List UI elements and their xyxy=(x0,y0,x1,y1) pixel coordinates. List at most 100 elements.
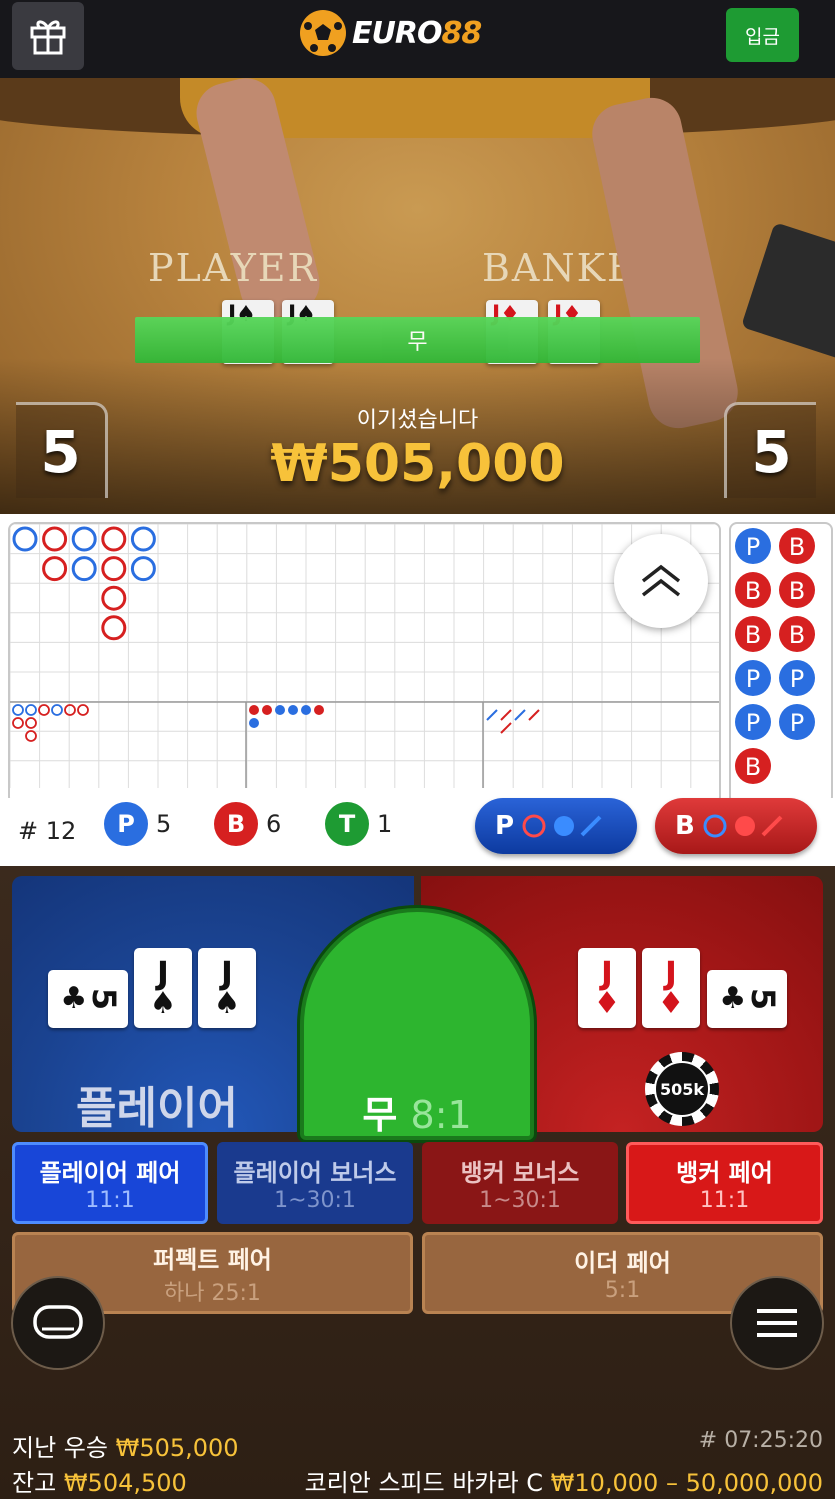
bead-plate[interactable]: PBBBBBPPPPB xyxy=(729,522,833,805)
derived-road-marker xyxy=(288,705,298,715)
cockroach-road-marker xyxy=(528,709,540,721)
collapse-roadmap-button[interactable] xyxy=(614,534,708,628)
banker-card: J ♦ xyxy=(642,948,700,1028)
top-bar: EURO88 입금 xyxy=(0,0,835,78)
bead-plate-marker: P xyxy=(779,704,815,740)
round-counter: # 12 xyxy=(18,811,76,851)
tie-count-stat: T 1 xyxy=(325,802,392,846)
predict-marks-icon xyxy=(703,814,783,838)
player-bonus-bet[interactable]: 플레이어 보너스 1~30:1 xyxy=(217,1142,413,1224)
banker-count-stat: B 6 xyxy=(214,802,282,846)
double-chevron-up-icon xyxy=(641,564,681,597)
cockroach-road-marker xyxy=(514,709,526,721)
big-road-marker xyxy=(101,526,127,552)
big-road-marker xyxy=(130,556,156,582)
bead-plate-marker: P xyxy=(735,528,771,564)
player-count-badge: P xyxy=(104,802,148,846)
perfect-pair-odds: 하나 25:1 xyxy=(164,1280,261,1306)
bead-plate-marker: B xyxy=(735,616,771,652)
big-road-marker xyxy=(71,556,97,582)
player-count: 5 xyxy=(156,810,172,838)
banker-count: 6 xyxy=(266,810,282,838)
derived-road-marker xyxy=(249,705,259,715)
roadmap-panel: PBBBBBPPPPB xyxy=(0,514,835,805)
last-win-line: 지난 우승 ₩505,000 xyxy=(12,1428,239,1463)
last-win-label: 지난 우승 xyxy=(12,1434,108,1462)
euro88-logo: EURO88 xyxy=(300,8,482,58)
big-road-marker xyxy=(101,615,127,641)
main-roadmap[interactable] xyxy=(8,522,721,805)
win-message: 이기셨습니다 xyxy=(356,408,479,433)
main-roadmap-grid xyxy=(10,524,719,788)
live-video-stream: PLAYER BANKE J♠ J♠ J♦ J♦ 무 5 5 이기셨습니다 ₩5… xyxy=(0,78,835,514)
either-pair-label: 이더 페어 xyxy=(574,1249,671,1277)
chip-value: 505k xyxy=(654,1061,710,1117)
svg-text:P: P xyxy=(746,533,760,561)
result-strip: 무 xyxy=(135,317,700,363)
gift-icon xyxy=(30,20,66,55)
banker-bonus-odds: 1~30:1 xyxy=(479,1188,561,1213)
tie-bet-spot[interactable]: 무 8:1 xyxy=(300,908,534,1140)
chat-bubble-icon xyxy=(33,1305,83,1339)
derived-road-marker xyxy=(51,704,63,716)
gift-button[interactable] xyxy=(12,2,84,70)
svg-text:B: B xyxy=(745,753,761,781)
big-road-marker xyxy=(101,556,127,582)
player-bonus-odds: 1~30:1 xyxy=(274,1188,356,1213)
bead-plate-marker: P xyxy=(735,704,771,740)
bead-plate-marker: P xyxy=(735,660,771,696)
stats-bar: # 12 P 5 B 6 T 1 P B xyxy=(0,798,835,866)
svg-text:P: P xyxy=(790,665,804,693)
table-player-word: PLAYER xyxy=(148,246,319,290)
derived-road-marker xyxy=(12,704,24,716)
menu-button[interactable] xyxy=(730,1276,824,1370)
deposit-button[interactable]: 입금 xyxy=(726,8,799,62)
table-info-line: 코리안 스피드 바카라 C ₩10,000 – 50,000,000 xyxy=(305,1463,823,1498)
bead-plate-marker: B xyxy=(779,528,815,564)
big-road-marker xyxy=(130,526,156,552)
bead-plate-grid: P BB BB BP PP PB xyxy=(735,528,815,784)
player-pair-bet[interactable]: 플레이어 페어 11:1 xyxy=(12,1142,208,1224)
soccer-ball-icon xyxy=(300,10,346,56)
banker-ask-button[interactable]: B xyxy=(655,798,817,854)
last-win-amount: ₩505,000 xyxy=(115,1434,239,1462)
player-card: ♣ 5 xyxy=(48,970,128,1028)
banker-pair-bet[interactable]: 뱅커 페어 11:1 xyxy=(626,1142,823,1224)
player-ask-letter: P xyxy=(495,811,515,841)
derived-road-marker xyxy=(25,704,37,716)
win-amount: ₩505,000 xyxy=(270,434,565,494)
big-road-marker xyxy=(42,556,68,582)
derived-road-marker xyxy=(314,705,324,715)
round-time: # 07:25:20 xyxy=(698,1428,823,1453)
bead-plate-marker: P xyxy=(779,660,815,696)
balance-line: 잔고 ₩504,500 xyxy=(12,1463,187,1498)
derived-road-marker xyxy=(25,717,37,729)
balance-label: 잔고 xyxy=(12,1469,57,1497)
derived-road-marker xyxy=(64,704,76,716)
svg-text:B: B xyxy=(789,621,805,649)
derived-road-marker xyxy=(262,705,272,715)
derived-road-marker xyxy=(38,704,50,716)
derived-road-marker xyxy=(77,704,89,716)
player-bonus-label: 플레이어 보너스 xyxy=(233,1159,397,1187)
derived-road-marker xyxy=(25,730,37,742)
player-count-stat: P 5 xyxy=(104,802,172,846)
chat-button[interactable] xyxy=(11,1276,105,1370)
banker-pair-odds: 11:1 xyxy=(699,1188,750,1213)
banker-pair-label: 뱅커 페어 xyxy=(676,1159,773,1187)
cockroach-road-marker xyxy=(486,709,498,721)
hamburger-menu-icon xyxy=(757,1309,797,1337)
svg-text:P: P xyxy=(746,709,760,737)
table-limits: ₩10,000 – 50,000,000 xyxy=(550,1469,823,1497)
derived-road-marker xyxy=(249,718,259,728)
banker-bonus-bet[interactable]: 뱅커 보너스 1~30:1 xyxy=(422,1142,618,1224)
banker-count-badge: B xyxy=(214,802,258,846)
banker-card: J ♦ xyxy=(578,948,636,1028)
bead-plate-marker: B xyxy=(779,616,815,652)
svg-text:B: B xyxy=(789,577,805,605)
player-ask-button[interactable]: P xyxy=(475,798,637,854)
balance-amount: ₩504,500 xyxy=(63,1469,187,1497)
predict-marks-icon xyxy=(522,814,602,838)
derived-road-marker xyxy=(275,705,285,715)
betting-area: 플레이어 ♣ 5 J ♠ J ♠ J ♦ J ♦ ♣ 5 무 8:1 505k 플레이어 페… xyxy=(0,866,835,1499)
